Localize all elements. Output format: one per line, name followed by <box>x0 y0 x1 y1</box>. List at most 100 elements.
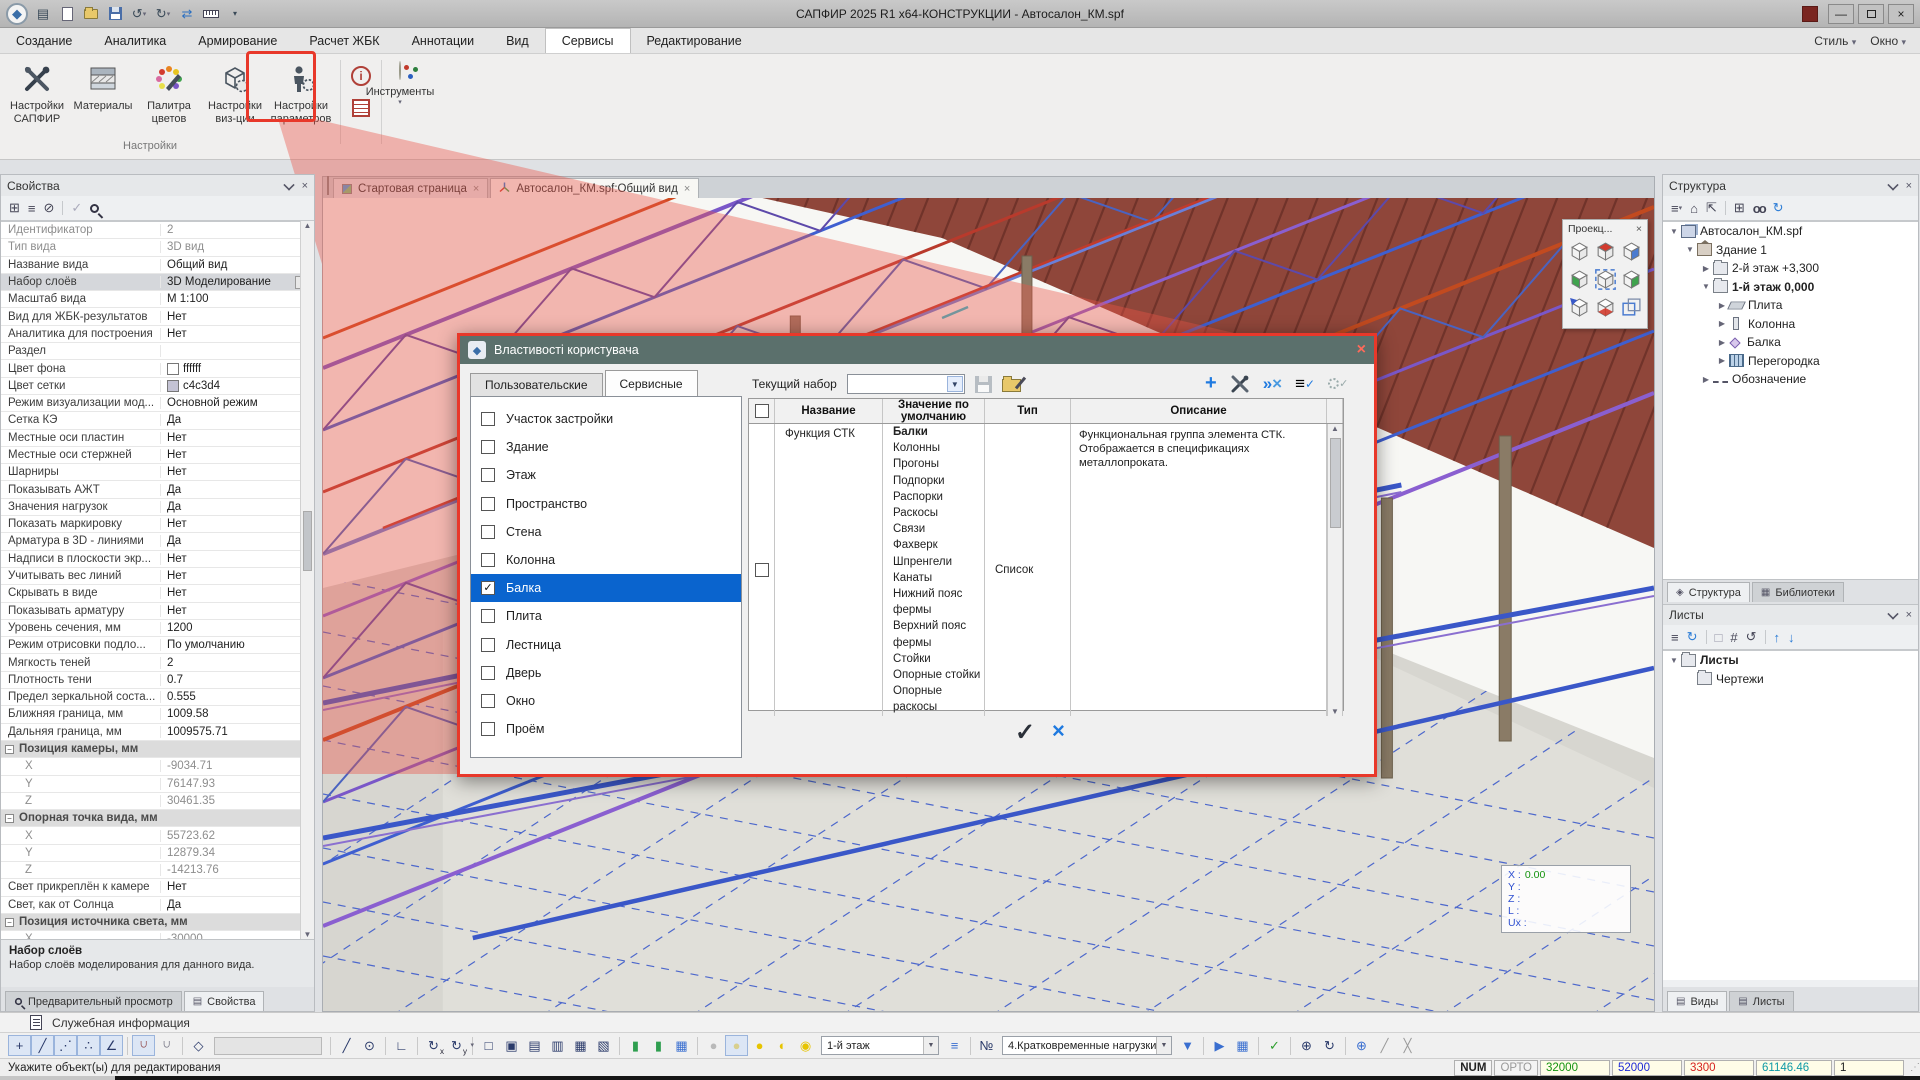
cube-settings-icon[interactable]: ▦ <box>569 1035 592 1056</box>
service-info-icon[interactable] <box>30 1015 42 1030</box>
object-type-Колонна[interactable]: Колонна <box>471 546 741 574</box>
object-type-Участок застройки[interactable]: Участок застройки <box>471 405 741 433</box>
redo-icon[interactable]: ↻▾ <box>154 5 172 23</box>
checkbox[interactable]: ✓ <box>481 581 495 595</box>
view-tab-2[interactable]: Автосалон_КМ.spf:Общий вид× <box>490 178 699 198</box>
filter-layers-icon[interactable]: ≡▾ <box>1671 201 1682 216</box>
collapse-icon[interactable]: ▼ <box>1685 245 1695 254</box>
property-row[interactable]: Свет прикреплён к камереНет <box>1 879 314 896</box>
select-all-checkbox[interactable] <box>755 404 769 418</box>
menu-Стиль[interactable]: Стиль ▾ <box>1814 34 1856 48</box>
property-row[interactable]: Аналитика для построенияНет <box>1 326 314 343</box>
tab-list-icon[interactable] <box>327 177 329 195</box>
structure-item-Перегородка[interactable]: ▶Перегородка <box>1663 352 1918 371</box>
property-row[interactable]: X-30000 <box>1 931 314 939</box>
property-row[interactable]: Учитывать вес линийНет <box>1 568 314 585</box>
search-icon[interactable] <box>90 204 99 213</box>
magnet-screen-icon[interactable]: ∩ <box>132 1035 155 1056</box>
apply-check-icon[interactable]: ✓ <box>71 200 82 216</box>
pin-icon[interactable] <box>283 179 294 190</box>
property-row[interactable]: Z-14213.76 <box>1 862 314 879</box>
bottom-red-cube-icon[interactable] <box>1592 293 1618 321</box>
ribbon-button-Настройки-САПФИР[interactable]: Настройки САПФИР <box>6 58 68 138</box>
snap-grid-icon[interactable]: + <box>8 1035 31 1056</box>
close-panel-icon[interactable]: × <box>1906 180 1912 192</box>
properties-tab-Свойства[interactable]: ▤Свойства <box>184 991 265 1011</box>
property-row[interactable]: Набор слоёв3D Моделирование... <box>1 274 314 291</box>
resize-grip[interactable]: ⋰ <box>1910 1062 1920 1073</box>
property-row[interactable]: Идентификатор2 <box>1 222 314 239</box>
checkbox[interactable] <box>481 497 495 511</box>
lamp-scene-icon[interactable]: ◉ <box>794 1035 817 1056</box>
property-row[interactable]: X-9034.71 <box>1 758 314 775</box>
left-green-cube-icon[interactable] <box>1566 265 1592 293</box>
expand-icon[interactable]: ▶ <box>1717 319 1727 328</box>
property-row[interactable]: Раздел <box>1 343 314 360</box>
structure-item-Балка[interactable]: ▶Балка <box>1663 333 1918 352</box>
trim-icon[interactable]: ╱ <box>1373 1035 1396 1056</box>
view-tab-1[interactable]: Стартовая страница× <box>333 178 488 198</box>
object-type-Пространство[interactable]: Пространство <box>471 490 741 518</box>
property-row[interactable]: Показывать арматуруНет <box>1 603 314 620</box>
selected-cube-icon[interactable] <box>1592 265 1618 293</box>
lamp-object-icon[interactable]: ◐ <box>771 1035 794 1056</box>
save-icon[interactable] <box>106 5 124 23</box>
close-tab-icon[interactable]: × <box>684 183 690 195</box>
menu-tab-Аннотации[interactable]: Аннотации <box>396 28 490 53</box>
menu-tab-Создание[interactable]: Создание <box>0 28 88 53</box>
filter-icon[interactable]: ▼ <box>1176 1035 1199 1056</box>
snap-angle-icon[interactable]: ∠ <box>100 1035 123 1056</box>
panel-tab-Листы[interactable]: ▤Листы <box>1729 991 1793 1011</box>
property-row[interactable]: Ближняя граница, мм1009.58 <box>1 706 314 723</box>
property-row[interactable]: Дальняя граница, мм1009575.71 <box>1 724 314 741</box>
lamp-soft-icon[interactable]: ● <box>725 1035 748 1056</box>
shaded-cube-icon[interactable]: ▥ <box>546 1035 569 1056</box>
pin-icon[interactable] <box>1887 608 1898 619</box>
sync-icon[interactable]: ⇄ <box>178 5 196 23</box>
move-up-icon[interactable]: ↑ <box>1774 630 1781 645</box>
checkbox[interactable] <box>481 694 495 708</box>
grid-view-icon[interactable]: ▦ <box>670 1035 693 1056</box>
property-row[interactable]: Масштаб видаМ 1:100 <box>1 291 314 308</box>
collapse-icon[interactable]: ▼ <box>1701 282 1711 291</box>
checkbox[interactable] <box>481 553 495 567</box>
property-row[interactable]: Тип вида3D вид <box>1 239 314 256</box>
dialog-title-bar[interactable]: ◆ Властивості користувача × <box>460 336 1374 364</box>
rotate-y-icon[interactable]: ↻y▾ <box>445 1035 468 1056</box>
property-row[interactable]: Название видаОбщий вид <box>1 257 314 274</box>
properties-scrollbar[interactable]: ▲▼ <box>300 221 314 939</box>
open-file-icon[interactable] <box>82 5 100 23</box>
row-checkbox[interactable] <box>755 563 769 577</box>
new-document-icon[interactable] <box>58 5 76 23</box>
property-row[interactable]: Вид для ЖБК-результатовНет <box>1 308 314 325</box>
checkbox[interactable] <box>481 666 495 680</box>
tools-icon[interactable] <box>1230 374 1250 394</box>
object-type-Плита[interactable]: Плита <box>471 602 741 630</box>
property-row[interactable]: Свет, как от СолнцаДа <box>1 897 314 914</box>
property-row[interactable]: Цвет сеткиc4c3d4 <box>1 378 314 395</box>
coordinate-field[interactable] <box>214 1037 322 1055</box>
structure-item-Колонна[interactable]: ▶Колонна <box>1663 315 1918 334</box>
front-blue-cube-icon[interactable] <box>1618 237 1644 265</box>
object-type-Здание[interactable]: Здание <box>471 433 741 461</box>
property-row[interactable]: Режим визуализации мод...Основной режим <box>1 395 314 412</box>
checkbox[interactable] <box>481 609 495 623</box>
numbering-icon[interactable]: № <box>975 1035 998 1056</box>
dialog-close-icon[interactable]: × <box>1357 341 1366 359</box>
move-icon[interactable]: ⊕ <box>1295 1035 1318 1056</box>
property-row[interactable]: Z30461.35 <box>1 793 314 810</box>
modified-only-icon[interactable]: ⊘ <box>44 200 55 216</box>
home-icon[interactable]: ⌂ <box>1690 201 1698 216</box>
list-view-icon[interactable]: ≡ <box>28 201 36 216</box>
refresh-icon[interactable]: ↻ <box>1773 200 1784 216</box>
detach-properties-icon[interactable]: »× <box>1263 374 1282 394</box>
column-view2-icon[interactable]: ▮ <box>647 1035 670 1056</box>
add-property-icon[interactable]: + <box>1205 372 1217 395</box>
move-down-icon[interactable]: ↓ <box>1788 630 1795 645</box>
collapse-icon[interactable]: ▼ <box>1669 227 1679 236</box>
arrow-cube-icon[interactable] <box>1566 293 1592 321</box>
top-red-cube-icon[interactable] <box>1592 237 1618 265</box>
right-green-cube-icon[interactable] <box>1618 265 1644 293</box>
apply-check-icon[interactable]: ✓ <box>1263 1035 1286 1056</box>
object-type-Этаж[interactable]: Этаж <box>471 461 741 489</box>
